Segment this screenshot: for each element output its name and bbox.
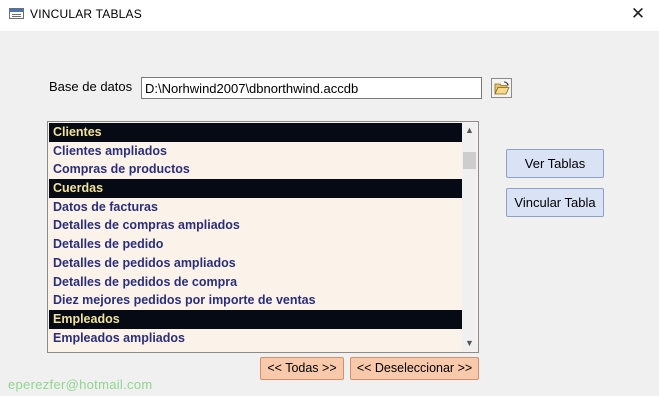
folder-open-icon (494, 81, 510, 95)
table-list-item[interactable]: Diez mejores pedidos por importe de vent… (49, 291, 463, 310)
database-label: Base de datos (49, 79, 133, 94)
tables-listbox[interactable]: Clientes Clientes ampliados Compras de pro… (47, 121, 479, 353)
table-list-item[interactable]: Detalles de pedidos ampliados (49, 254, 463, 273)
scroll-up-icon[interactable]: ▲ (462, 123, 477, 138)
table-list-item[interactable]: Detalles de pedidos de compra (49, 273, 463, 292)
tables-list: Clientes Clientes ampliados Compras de pro… (49, 123, 463, 347)
close-icon[interactable]: ✕ (627, 3, 649, 25)
table-list-item[interactable]: Clientes ampliados (49, 142, 463, 161)
title-bar: VINCULAR TABLAS ✕ (0, 0, 659, 31)
deselect-all-button[interactable]: << Deseleccionar >> (350, 357, 479, 380)
table-list-item[interactable]: Cuerdas (49, 179, 463, 198)
window-title: VINCULAR TABLAS (30, 7, 142, 21)
select-all-button[interactable]: << Todas >> (260, 357, 344, 380)
table-list-item[interactable]: Empleados ampliados (49, 329, 463, 348)
table-list-item[interactable]: Compras de productos (49, 160, 463, 179)
table-list-item[interactable]: Detalles de pedido (49, 235, 463, 254)
table-list-item[interactable]: Datos de facturas (49, 198, 463, 217)
ver-tablas-button[interactable]: Ver Tablas (506, 149, 604, 178)
table-list-item[interactable]: Clientes (49, 123, 463, 142)
scroll-down-icon[interactable]: ▼ (462, 336, 477, 351)
vincular-tabla-button[interactable]: Vincular Tabla (506, 188, 604, 217)
scroll-thumb[interactable] (463, 152, 476, 169)
author-email: eperezfer@hotmail.com (8, 377, 153, 392)
browse-button[interactable] (491, 78, 512, 98)
table-list-item[interactable]: Empleados (49, 309, 463, 329)
form-icon (9, 8, 24, 19)
list-scrollbar[interactable]: ▲ ▼ (462, 123, 477, 351)
table-list-item[interactable]: Detalles de compras ampliados (49, 216, 463, 235)
database-path-input[interactable] (141, 77, 482, 99)
